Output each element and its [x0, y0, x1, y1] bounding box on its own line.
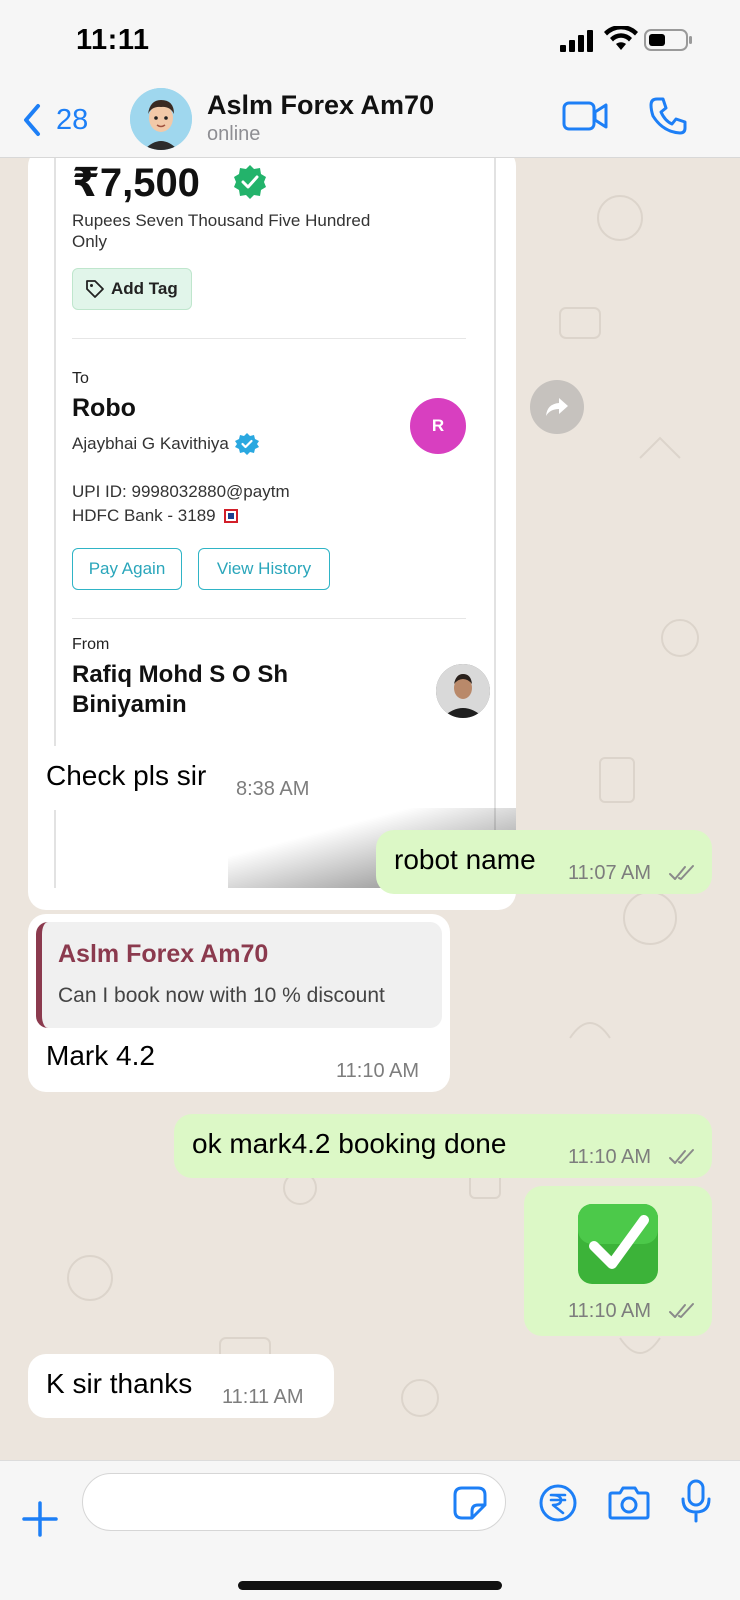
contact-name[interactable]: Aslm Forex Am70 — [207, 90, 434, 121]
message-incoming[interactable]: K sir thanks 11:11 AM — [28, 1354, 334, 1418]
verified-badge-icon — [234, 165, 266, 199]
message-text: K sir thanks — [46, 1368, 193, 1399]
receipt-divider — [72, 338, 466, 339]
payment-amount: ₹7,500 — [72, 161, 200, 205]
add-tag-label: Add Tag — [111, 279, 178, 298]
chat-area[interactable]: ₹7,500 Rupees Seven Thousand Five Hundre… — [0, 158, 740, 1460]
check-mark-button-icon — [578, 1204, 658, 1284]
status-time: 11:11 — [76, 24, 150, 56]
quoted-text: Can I book now with 10 % discount — [58, 984, 385, 1007]
battery-icon — [644, 29, 692, 51]
receipt-divider — [72, 618, 466, 619]
chat-header: 28 Aslm Forex Am70 online — [0, 80, 740, 158]
verified-blue-badge-icon — [234, 433, 259, 455]
payee-legal-name: Ajaybhai G Kavithiya — [72, 432, 259, 456]
message-input[interactable] — [82, 1473, 506, 1531]
message-time: 11:10 AM — [336, 1060, 420, 1082]
camera-icon[interactable] — [608, 1483, 650, 1521]
amount-in-words: Rupees Seven Thousand Five Hundred Only — [72, 211, 371, 251]
payee-legal-name-text: Ajaybhai G Kavithiya — [72, 434, 229, 453]
back-button[interactable]: 28 — [18, 98, 88, 142]
pay-again-button: Pay Again — [72, 548, 182, 590]
memoji-avatar-icon — [130, 88, 192, 150]
contact-status: online — [207, 123, 261, 145]
payer-photo — [436, 664, 490, 718]
tag-icon — [86, 280, 104, 298]
rupee-payment-icon[interactable] — [538, 1483, 578, 1523]
payer-name: Rafiq Mohd S O Sh Biniyamin — [72, 661, 288, 718]
read-ticks-icon — [669, 1303, 694, 1318]
view-history-button: View History — [198, 548, 330, 590]
message-text: ok mark4.2 booking done — [192, 1128, 507, 1159]
message-time: 11:11 AM — [222, 1386, 304, 1408]
message-text: Check pls sir — [46, 760, 207, 791]
message-outgoing-emoji[interactable]: 11:10 AM — [524, 1186, 712, 1336]
message-input-bar — [0, 1460, 740, 1600]
message-outgoing[interactable]: robot name 11:07 AM — [376, 830, 712, 894]
chevron-left-icon — [24, 104, 40, 136]
bank-account-text: HDFC Bank - 3189 — [72, 506, 216, 525]
read-ticks-icon — [669, 1149, 694, 1164]
sticker-icon[interactable] — [452, 1485, 488, 1521]
to-label: To — [72, 370, 89, 387]
wifi-icon — [604, 26, 638, 50]
microphone-icon[interactable] — [680, 1479, 712, 1523]
forward-arrow-icon — [546, 398, 568, 416]
unread-count: 28 — [56, 103, 89, 136]
message-text: robot name — [394, 844, 536, 875]
upi-id: UPI ID: 9998032880@paytm — [72, 482, 290, 501]
home-indicator[interactable] — [238, 1581, 502, 1590]
bank-account: HDFC Bank - 3189 — [72, 506, 238, 526]
message-time: 8:38 AM — [236, 778, 310, 800]
hdfc-bank-logo-icon — [223, 509, 238, 523]
phone-call-icon[interactable] — [648, 96, 688, 136]
plus-icon[interactable] — [20, 1499, 60, 1539]
video-call-icon[interactable] — [562, 98, 608, 134]
cellular-signal-icon — [560, 30, 593, 52]
add-tag-button: Add Tag — [72, 268, 192, 310]
payee-name: Robo — [72, 394, 136, 422]
message-time: 11:07 AM — [568, 862, 652, 884]
message-outgoing[interactable]: ok mark4.2 booking done 11:10 AM — [174, 1114, 712, 1178]
payee-avatar: R — [410, 398, 466, 454]
message-incoming-reply[interactable]: Aslm Forex Am70 Can I book now with 10 %… — [28, 914, 450, 1092]
message-incoming[interactable]: Check pls sir 8:38 AM — [28, 746, 336, 810]
message-time: 11:10 AM — [568, 1300, 652, 1322]
quoted-author: Aslm Forex Am70 — [58, 940, 269, 968]
quoted-message[interactable]: Aslm Forex Am70 Can I book now with 10 %… — [36, 922, 442, 1028]
person-photo-icon — [436, 664, 490, 718]
from-label: From — [72, 636, 110, 653]
contact-avatar[interactable] — [130, 88, 192, 150]
read-ticks-icon — [669, 865, 694, 880]
forward-button[interactable] — [530, 380, 584, 434]
status-bar: 11:11 — [0, 0, 740, 80]
message-time: 11:10 AM — [568, 1146, 652, 1168]
message-text: Mark 4.2 — [46, 1040, 155, 1071]
